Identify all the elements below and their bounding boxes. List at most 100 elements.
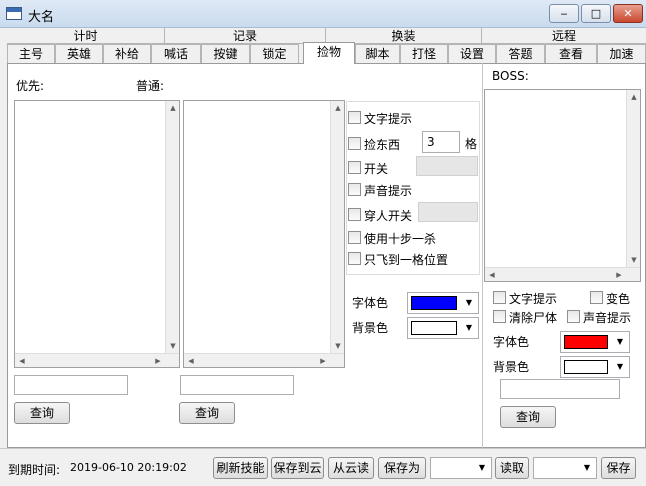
normal-list-hscroll[interactable]: ◀ ▶ [184,353,344,367]
boss-font-color-label: 字体色 [493,335,530,349]
boss-list[interactable]: ▲ ▼ ◀ ▶ [484,89,641,282]
normal-search-input[interactable] [180,375,294,395]
sound-hint-label: 声音提示 [364,184,413,198]
sound-hint-checkbox[interactable] [348,183,361,196]
scroll-down-icon[interactable]: ▼ [331,339,345,353]
scroll-right-icon[interactable]: ▶ [316,354,330,368]
chevron-down-icon[interactable]: ▼ [611,332,629,352]
read-select[interactable]: ▼ [533,457,597,479]
scroll-down-icon[interactable]: ▼ [166,339,180,353]
scroll-left-icon[interactable]: ◀ [184,354,198,368]
boss-bg-color-select[interactable]: ▼ [560,356,630,378]
priority-list-hscroll[interactable]: ◀ ▶ [15,353,179,367]
font-color-select[interactable]: ▼ [407,292,479,314]
priority-list[interactable]: ▲ ▼ ◀ ▶ [14,100,180,368]
normal-list[interactable]: ▲ ▼ ◀ ▶ [183,100,345,368]
chevron-down-icon[interactable]: ▼ [460,293,478,313]
scroll-right-icon[interactable]: ▶ [151,354,165,368]
category-remote[interactable]: 远程 [482,28,646,45]
pick-grid-input[interactable]: 3 [422,131,460,153]
save-as-button[interactable]: 保存为 [378,457,426,479]
close-icon: ✕ [623,7,633,20]
priority-search-input[interactable] [14,375,128,395]
wear-hotkey-field[interactable] [418,202,478,222]
tenstep-checkbox[interactable] [348,231,361,244]
boss-list-hscroll[interactable]: ◀ ▶ [485,267,640,281]
read-button[interactable]: 读取 [495,457,529,479]
category-record[interactable]: 记录 [165,28,326,45]
tab-script[interactable]: 脚本 [355,44,400,63]
fly-only-label: 只飞到一格位置 [364,253,449,267]
priority-query-button[interactable]: 查询 [14,402,70,424]
minimize-button[interactable]: ‒ [549,4,579,23]
tab-hotkey[interactable]: 按键 [201,44,250,63]
save-to-cloud-button[interactable]: 保存到云 [271,457,324,479]
boss-bg-color-swatch [564,360,608,374]
tab-settings[interactable]: 设置 [448,44,496,63]
chevron-down-icon[interactable]: ▼ [578,458,596,478]
pick-checkbox[interactable] [348,137,361,150]
switch-checkbox[interactable] [348,161,361,174]
tab-main-account[interactable]: 主号 [7,44,55,63]
title-bar: 大名 ‒ □ ✕ [0,0,646,28]
normal-query-button[interactable]: 查询 [179,402,235,424]
tab-fight[interactable]: 打怪 [400,44,448,63]
maximize-icon: □ [590,7,602,20]
expire-label: 到期时间: [8,463,61,477]
window-title: 大名 [28,10,55,25]
priority-label: 优先: [16,79,45,93]
refresh-skills-button[interactable]: 刷新技能 [213,457,268,479]
boss-clear-corpse-label: 清除尸体 [509,311,558,325]
scroll-left-icon[interactable]: ◀ [485,268,499,282]
save-button[interactable]: 保存 [601,457,636,479]
font-color-label: 字体色 [352,296,389,310]
tab-lock[interactable]: 锁定 [250,44,299,63]
scroll-up-icon[interactable]: ▲ [627,90,641,104]
chevron-down-icon[interactable]: ▼ [460,318,478,338]
scroll-up-icon[interactable]: ▲ [166,101,180,115]
scroll-left-icon[interactable]: ◀ [15,354,29,368]
pick-label: 捡东西 [364,138,401,152]
boss-query-button[interactable]: 查询 [500,406,556,428]
switch-hotkey-field[interactable] [416,156,478,176]
category-timer[interactable]: 计时 [7,28,165,45]
text-hint-checkbox[interactable] [348,111,361,124]
tab-speed[interactable]: 加速 [597,44,646,63]
fly-only-checkbox[interactable] [348,252,361,265]
maximize-button[interactable]: □ [581,4,611,23]
scroll-up-icon[interactable]: ▲ [331,101,345,115]
minimize-icon: ‒ [560,7,568,20]
grid-unit-label: 格 [465,137,478,151]
boss-divider [482,63,483,448]
tab-supply[interactable]: 补给 [103,44,151,63]
boss-change-color-checkbox[interactable] [590,291,603,304]
tab-hero[interactable]: 英雄 [55,44,103,63]
bg-color-select[interactable]: ▼ [407,317,479,339]
priority-list-vscroll[interactable]: ▲ ▼ [165,101,179,353]
boss-search-input[interactable] [500,379,620,399]
boss-sound-hint-label: 声音提示 [583,311,632,325]
boss-clear-corpse-checkbox[interactable] [493,310,506,323]
boss-font-color-swatch [564,335,608,349]
tab-pickup[interactable]: 捡物 [303,42,355,64]
save-as-select[interactable]: ▼ [430,457,492,479]
normal-list-vscroll[interactable]: ▲ ▼ [330,101,344,353]
tab-quiz[interactable]: 答题 [496,44,545,63]
scroll-right-icon[interactable]: ▶ [612,268,626,282]
wear-switch-checkbox[interactable] [348,208,361,221]
app-icon [6,7,22,20]
switch-label: 开关 [364,162,389,176]
scroll-down-icon[interactable]: ▼ [627,253,641,267]
chevron-down-icon[interactable]: ▼ [473,458,491,478]
chevron-down-icon[interactable]: ▼ [611,357,629,377]
boss-bg-color-label: 背景色 [493,360,530,374]
boss-sound-hint-checkbox[interactable] [567,310,580,323]
close-button[interactable]: ✕ [613,4,643,23]
bg-color-label: 背景色 [352,321,389,335]
boss-list-vscroll[interactable]: ▲ ▼ [626,90,640,267]
tab-shout[interactable]: 喊话 [151,44,201,63]
tab-view[interactable]: 查看 [545,44,597,63]
boss-font-color-select[interactable]: ▼ [560,331,630,353]
boss-text-hint-checkbox[interactable] [493,291,506,304]
read-from-cloud-button[interactable]: 从云读 [328,457,374,479]
